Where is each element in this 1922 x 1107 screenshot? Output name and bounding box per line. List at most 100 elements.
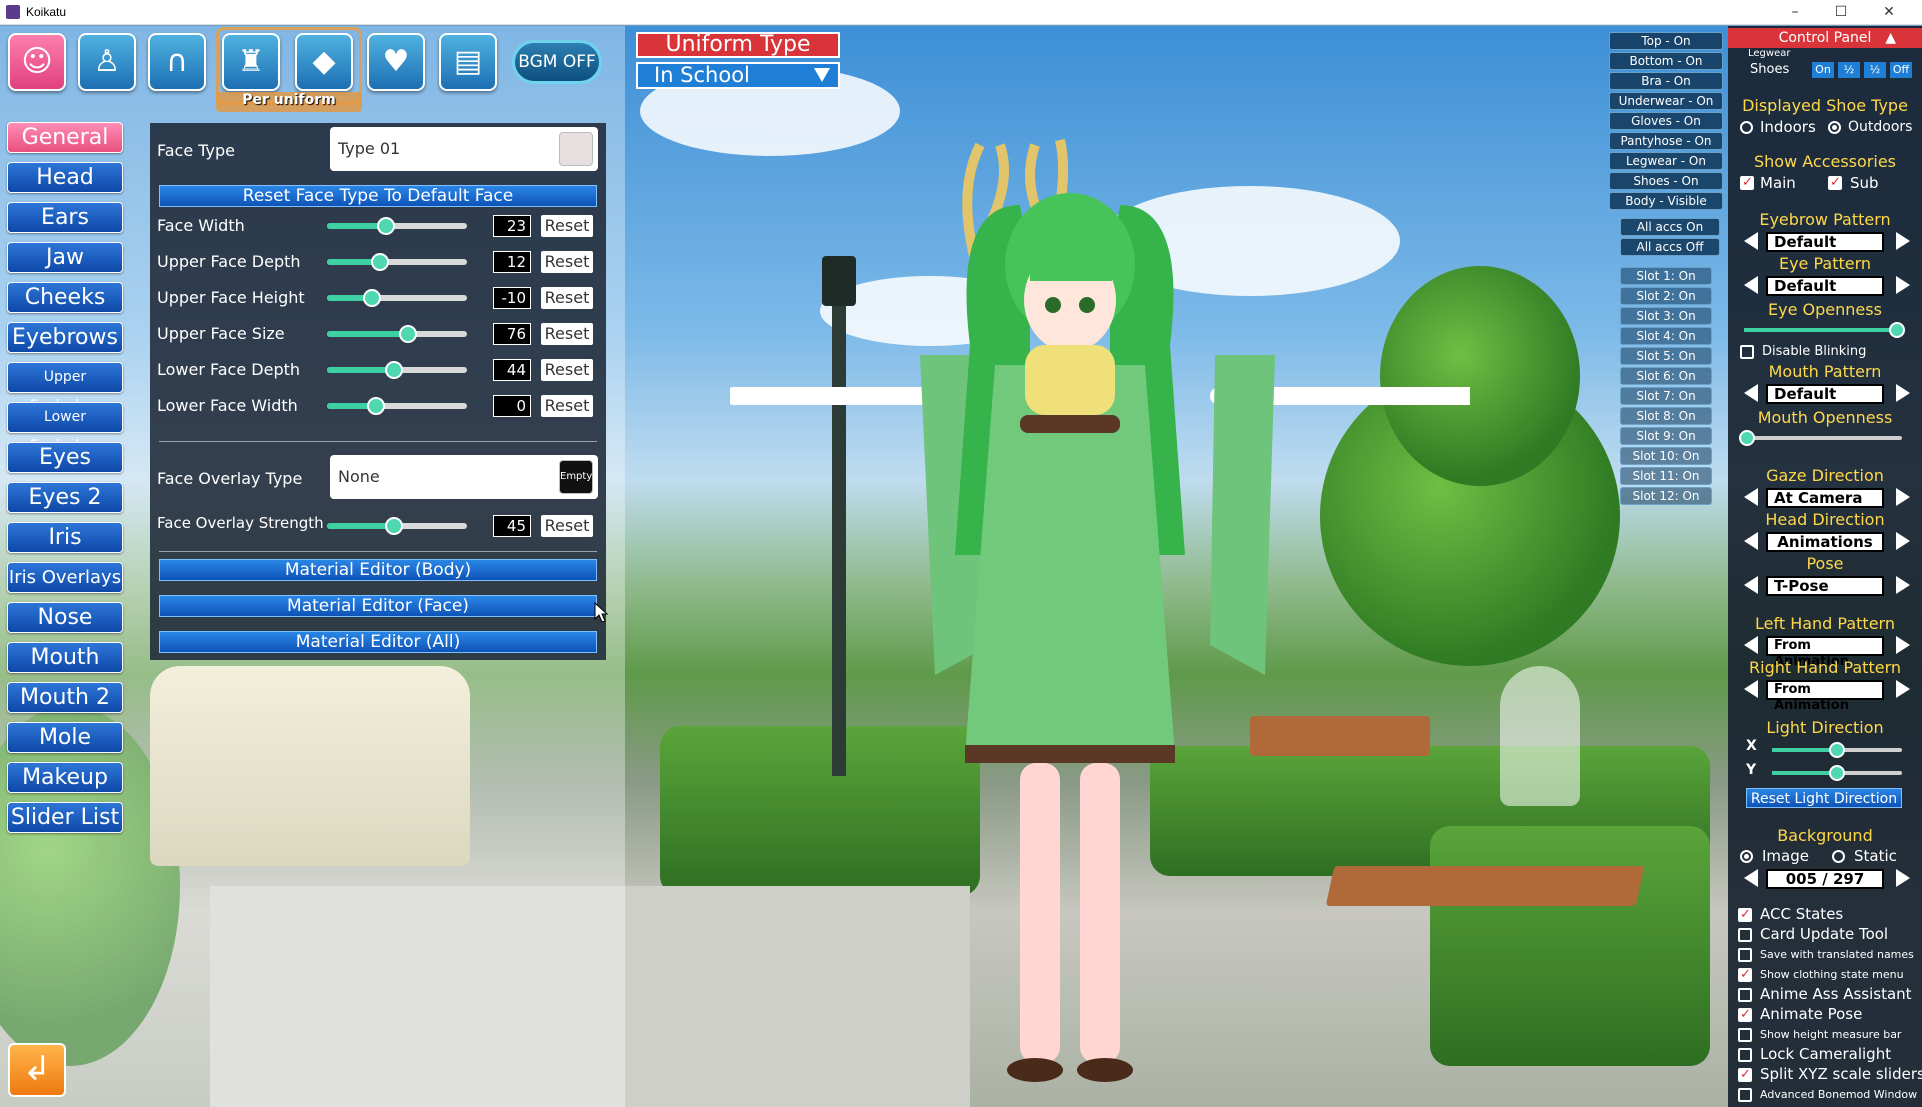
accessory-slot-button[interactable]: Slot 6: On xyxy=(1620,367,1712,385)
category-upper-eyelashes[interactable]: Upper Eyelashes xyxy=(7,362,123,414)
upper-face-height-value[interactable]: -10 xyxy=(493,287,531,309)
lower-face-width-slider[interactable] xyxy=(327,397,467,415)
slider-knob[interactable] xyxy=(362,289,381,307)
gaze-next-arrow-icon[interactable] xyxy=(1896,488,1910,506)
category-eyebrows[interactable]: Eyebrows xyxy=(7,322,123,353)
upper-face-height-slider[interactable] xyxy=(327,289,467,307)
slider-knob[interactable] xyxy=(1829,742,1845,758)
uniform-type-dropdown[interactable]: In School xyxy=(636,62,840,89)
category-nose[interactable]: Nose xyxy=(7,602,123,633)
mouth-prev-arrow-icon[interactable] xyxy=(1744,384,1758,402)
option-checkbox[interactable] xyxy=(1738,907,1752,922)
face-overlay-strength-reset-button[interactable]: Reset xyxy=(541,515,593,537)
lower-face-depth-reset-button[interactable]: Reset xyxy=(541,359,593,381)
face-overlay-strength-slider[interactable] xyxy=(327,517,467,535)
right-hand-pattern-select[interactable]: From Animation xyxy=(1766,680,1884,713)
option-row[interactable]: Split XYZ scale sliders xyxy=(1736,1065,1922,1084)
accessory-slot-button[interactable]: Slot 12: On xyxy=(1620,487,1712,505)
clothing-state-button[interactable]: Legwear - On xyxy=(1609,152,1723,170)
upper-face-size-reset-button[interactable]: Reset xyxy=(541,323,593,345)
heart-icon[interactable]: ♥ xyxy=(367,33,425,91)
background-static-radio[interactable] xyxy=(1832,850,1845,863)
category-cheeks[interactable]: Cheeks xyxy=(7,282,123,313)
upper-face-depth-reset-button[interactable]: Reset xyxy=(541,251,593,273)
face-width-reset-button[interactable]: Reset xyxy=(541,215,593,237)
reset-face-type-button[interactable]: Reset Face Type To Default Face xyxy=(159,185,597,207)
category-eyes[interactable]: Eyes xyxy=(7,442,123,473)
pose-next-arrow-icon[interactable] xyxy=(1896,576,1910,594)
option-row[interactable]: Animate Pose xyxy=(1736,1005,1922,1024)
category-ears[interactable]: Ears xyxy=(7,202,123,233)
option-row[interactable]: Show height measure bar xyxy=(1736,1026,1922,1044)
category-mouth-2[interactable]: Mouth 2 xyxy=(7,682,123,713)
bgm-toggle-button[interactable]: BGM OFF xyxy=(512,40,602,84)
category-head[interactable]: Head xyxy=(7,162,123,193)
document-icon[interactable]: ▤ xyxy=(439,33,497,91)
upper-face-height-reset-button[interactable]: Reset xyxy=(541,287,593,309)
slider-knob[interactable] xyxy=(1829,765,1845,781)
hair-icon[interactable]: ∩ xyxy=(148,33,206,91)
slider-knob[interactable] xyxy=(367,397,385,415)
gaze-direction-select[interactable]: At Camera xyxy=(1766,488,1884,508)
option-checkbox[interactable] xyxy=(1738,1088,1752,1102)
shoes-half1-button[interactable]: ½ xyxy=(1838,62,1860,78)
category-eyes-2[interactable]: Eyes 2 xyxy=(7,482,123,513)
face-icon[interactable]: ☺ xyxy=(8,33,66,91)
character-model[interactable] xyxy=(730,85,1470,1105)
option-checkbox[interactable] xyxy=(1738,988,1752,1002)
category-makeup[interactable]: Makeup xyxy=(7,762,123,793)
left-hand-prev-arrow-icon[interactable] xyxy=(1744,636,1758,654)
face-width-slider[interactable] xyxy=(327,217,467,235)
category-iris[interactable]: Iris xyxy=(7,522,123,553)
right-hand-next-arrow-icon[interactable] xyxy=(1896,680,1910,698)
option-checkbox[interactable] xyxy=(1738,1028,1752,1042)
clothing-state-button[interactable]: Body - Visible xyxy=(1609,192,1723,210)
back-arrow-icon[interactable]: ↲ xyxy=(8,1043,66,1097)
mouth-next-arrow-icon[interactable] xyxy=(1896,384,1910,402)
face-overlay-strength-value[interactable]: 45 xyxy=(493,515,531,537)
clothing-state-button[interactable]: Shoes - On xyxy=(1609,172,1723,190)
light-x-slider[interactable] xyxy=(1772,742,1902,758)
outdoors-radio[interactable] xyxy=(1828,121,1841,134)
accessory-toggle-button[interactable]: All accs Off xyxy=(1620,238,1720,256)
option-row[interactable]: ACC States xyxy=(1736,905,1922,924)
eyebrow-prev-arrow-icon[interactable] xyxy=(1744,232,1758,250)
accessory-slot-button[interactable]: Slot 9: On xyxy=(1620,427,1712,445)
eye-next-arrow-icon[interactable] xyxy=(1896,276,1910,294)
eye-pattern-select[interactable]: Default xyxy=(1766,276,1884,296)
accessory-slot-button[interactable]: Slot 8: On xyxy=(1620,407,1712,425)
eyebrow-next-arrow-icon[interactable] xyxy=(1896,232,1910,250)
option-checkbox[interactable] xyxy=(1738,1067,1752,1082)
option-row[interactable]: Show clothing state menu xyxy=(1736,966,1922,984)
upper-face-depth-value[interactable]: 12 xyxy=(493,251,531,273)
category-general[interactable]: General xyxy=(7,122,123,153)
accessory-slot-button[interactable]: Slot 7: On xyxy=(1620,387,1712,405)
sub-accessories-checkbox[interactable] xyxy=(1828,175,1842,190)
option-row[interactable]: Anime Ass Assistant xyxy=(1736,985,1922,1004)
face-overlay-type-select[interactable]: None Empty xyxy=(330,455,598,499)
reset-light-direction-button[interactable]: Reset Light Direction xyxy=(1746,788,1902,808)
gaze-prev-arrow-icon[interactable] xyxy=(1744,488,1758,506)
material-editor-face-button[interactable]: Material Editor (Face) xyxy=(159,595,597,617)
lower-face-depth-slider[interactable] xyxy=(327,361,467,379)
eyebrow-pattern-select[interactable]: Default xyxy=(1766,232,1884,252)
background-index-select[interactable]: 005 / 297 xyxy=(1766,869,1884,889)
mouth-openness-slider[interactable] xyxy=(1739,430,1902,446)
option-row[interactable]: Lock Cameralight xyxy=(1736,1045,1922,1064)
material-editor-all-button[interactable]: Material Editor (All) xyxy=(159,631,597,653)
accessory-slot-button[interactable]: Slot 1: On xyxy=(1620,267,1712,285)
clothing-state-button[interactable]: Top - On xyxy=(1609,32,1723,50)
slider-knob[interactable] xyxy=(371,253,390,271)
option-row[interactable]: Advanced Bonemod Window xyxy=(1736,1086,1922,1104)
category-slider-list[interactable]: Slider List xyxy=(7,802,123,833)
slider-knob[interactable] xyxy=(1739,430,1756,446)
background-image-radio[interactable] xyxy=(1740,850,1753,863)
upper-face-depth-slider[interactable] xyxy=(327,253,467,271)
light-y-slider[interactable] xyxy=(1772,765,1902,781)
clothes-icon[interactable]: ♜ xyxy=(222,33,280,91)
category-mouth[interactable]: Mouth xyxy=(7,642,123,673)
left-hand-next-arrow-icon[interactable] xyxy=(1896,636,1910,654)
option-row[interactable]: Save with translated names xyxy=(1736,946,1922,964)
category-lower-eyelashes[interactable]: Lower Eyelashes xyxy=(7,402,123,454)
background-next-arrow-icon[interactable] xyxy=(1896,869,1910,887)
